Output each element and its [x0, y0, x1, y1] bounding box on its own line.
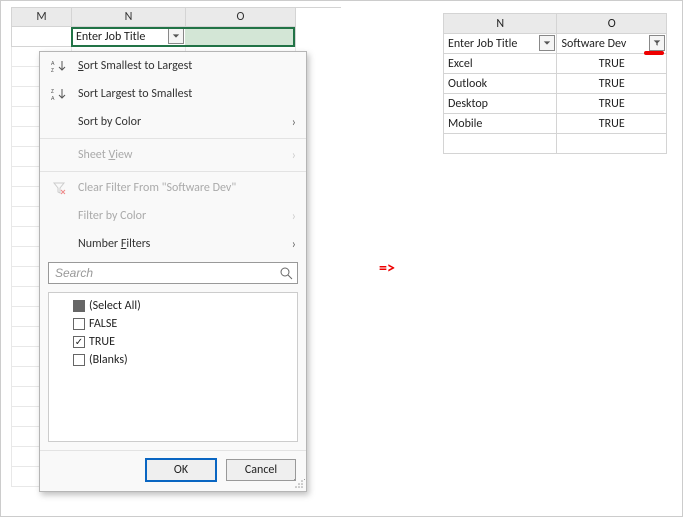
left-column-headers: M N O: [11, 7, 341, 27]
svg-text:Z: Z: [51, 66, 54, 73]
arrow-annotation: =>: [379, 259, 395, 278]
sort-by-color[interactable]: Sort by Color ›: [40, 108, 306, 136]
col-header-o[interactable]: O: [557, 14, 667, 34]
filter-search-input[interactable]: [53, 265, 279, 281]
col-header-m[interactable]: M: [12, 8, 72, 27]
value-false-label: FALSE: [89, 317, 117, 331]
filter-dropdown: AZ Sort Smallest to Largest ZA Sort Larg…: [39, 51, 307, 492]
ok-button[interactable]: OK: [146, 459, 216, 481]
filter-search-box[interactable]: [48, 262, 298, 284]
chevron-right-icon: ›: [292, 237, 296, 252]
cell-n[interactable]: Mobile: [444, 114, 557, 134]
col-header-o[interactable]: O: [186, 8, 296, 27]
sort-desc-icon: ZA: [48, 85, 70, 103]
cancel-button[interactable]: Cancel: [226, 459, 296, 481]
chevron-right-icon: ›: [292, 148, 296, 163]
value-true[interactable]: TRUE: [55, 333, 291, 351]
search-icon: [279, 266, 293, 280]
clear-filter-icon: [48, 179, 70, 197]
blank-icon: [48, 146, 70, 164]
filter-button-n[interactable]: [539, 35, 555, 51]
sort-desc-label: Sort Largest to Smallest: [78, 87, 296, 101]
sheet-view-label: Sheet View: [78, 148, 292, 162]
chevron-right-icon: ›: [292, 115, 296, 130]
clear-filter-label: Clear Filter From "Software Dev": [78, 181, 296, 195]
cell-o[interactable]: TRUE: [557, 114, 667, 134]
table-row: ExcelTRUE: [443, 54, 667, 74]
cell-o[interactable]: TRUE: [557, 74, 667, 94]
cell-header-n[interactable]: Enter Job Title: [444, 34, 557, 54]
checkbox-partial-icon[interactable]: [73, 300, 85, 312]
filter-value-list[interactable]: (Select All) FALSE TRUE (Blanks): [48, 292, 298, 442]
right-header-row: Enter Job Title Software Dev: [443, 34, 667, 54]
right-column-headers: N O: [443, 13, 667, 34]
header-n-text: Enter Job Title: [448, 37, 517, 51]
dialog-buttons: OK Cancel: [40, 450, 306, 491]
filter-button-o-active[interactable]: [649, 35, 665, 51]
col-header-n[interactable]: N: [444, 14, 557, 34]
cell-o[interactable]: TRUE: [557, 54, 667, 74]
number-filters-label: Number Filters: [78, 237, 292, 251]
clear-filter: Clear Filter From "Software Dev": [40, 174, 306, 202]
blank-icon: [48, 235, 70, 253]
value-true-label: TRUE: [89, 335, 115, 349]
header-o-text: Software Dev: [190, 30, 255, 44]
cell-n[interactable]: Excel: [444, 54, 557, 74]
value-blanks[interactable]: (Blanks): [55, 351, 291, 369]
sort-ascending[interactable]: AZ Sort Smallest to Largest: [40, 52, 306, 80]
header-o-text: Software Dev: [561, 37, 626, 51]
dropdown-icon: [543, 39, 551, 47]
table-row: MobileTRUE: [443, 114, 667, 134]
cell[interactable]: [557, 134, 667, 154]
cell-header-o[interactable]: Software Dev: [186, 27, 296, 47]
value-select-all-label: (Select All): [89, 299, 141, 313]
cell-o[interactable]: TRUE: [557, 94, 667, 114]
svg-text:A: A: [51, 94, 55, 101]
right-spreadsheet: N O Enter Job Title Software Dev ExcelTR…: [443, 13, 667, 154]
header-n-text: Enter Job Title: [76, 30, 145, 44]
left-spreadsheet: M N O Enter Job Title Software Dev: [11, 7, 341, 47]
checkbox-checked-icon[interactable]: [73, 336, 85, 348]
sort-asc-label: Sort Smallest to Largest: [78, 59, 296, 73]
blank-icon: [48, 113, 70, 131]
value-false[interactable]: FALSE: [55, 315, 291, 333]
dropdown-icon: [282, 32, 290, 40]
blank-icon: [48, 207, 70, 225]
checkbox-empty-icon[interactable]: [73, 318, 85, 330]
sort-descending[interactable]: ZA Sort Largest to Smallest: [40, 80, 306, 108]
sheet-view: Sheet View ›: [40, 141, 306, 169]
resize-grip-icon[interactable]: [294, 479, 304, 489]
filter-by-color: Filter by Color ›: [40, 202, 306, 230]
dropdown-icon: [172, 32, 180, 40]
value-select-all[interactable]: (Select All): [55, 297, 291, 315]
checkbox-empty-icon[interactable]: [73, 354, 85, 366]
cell[interactable]: [444, 134, 557, 154]
table-row-empty: [443, 134, 667, 154]
cell-n[interactable]: Desktop: [444, 94, 557, 114]
col-header-n[interactable]: N: [72, 8, 186, 27]
cell-header-o[interactable]: Software Dev: [557, 34, 667, 54]
cell-n[interactable]: Outlook: [444, 74, 557, 94]
table-row: DesktopTRUE: [443, 94, 667, 114]
filter-active-icon: [653, 39, 661, 47]
table-row: OutlookTRUE: [443, 74, 667, 94]
cell-m[interactable]: [12, 27, 72, 47]
left-header-row: Enter Job Title Software Dev: [11, 27, 341, 47]
sort-color-label: Sort by Color: [78, 115, 292, 129]
value-blanks-label: (Blanks): [89, 353, 128, 367]
number-filters[interactable]: Number Filters ›: [40, 230, 306, 258]
filter-button-n[interactable]: [168, 28, 184, 44]
chevron-right-icon: ›: [292, 209, 296, 224]
sort-asc-icon: AZ: [48, 57, 70, 75]
cell-header-n[interactable]: Enter Job Title: [72, 27, 186, 47]
filter-color-label: Filter by Color: [78, 209, 292, 223]
filter-button-o[interactable]: [278, 28, 294, 44]
